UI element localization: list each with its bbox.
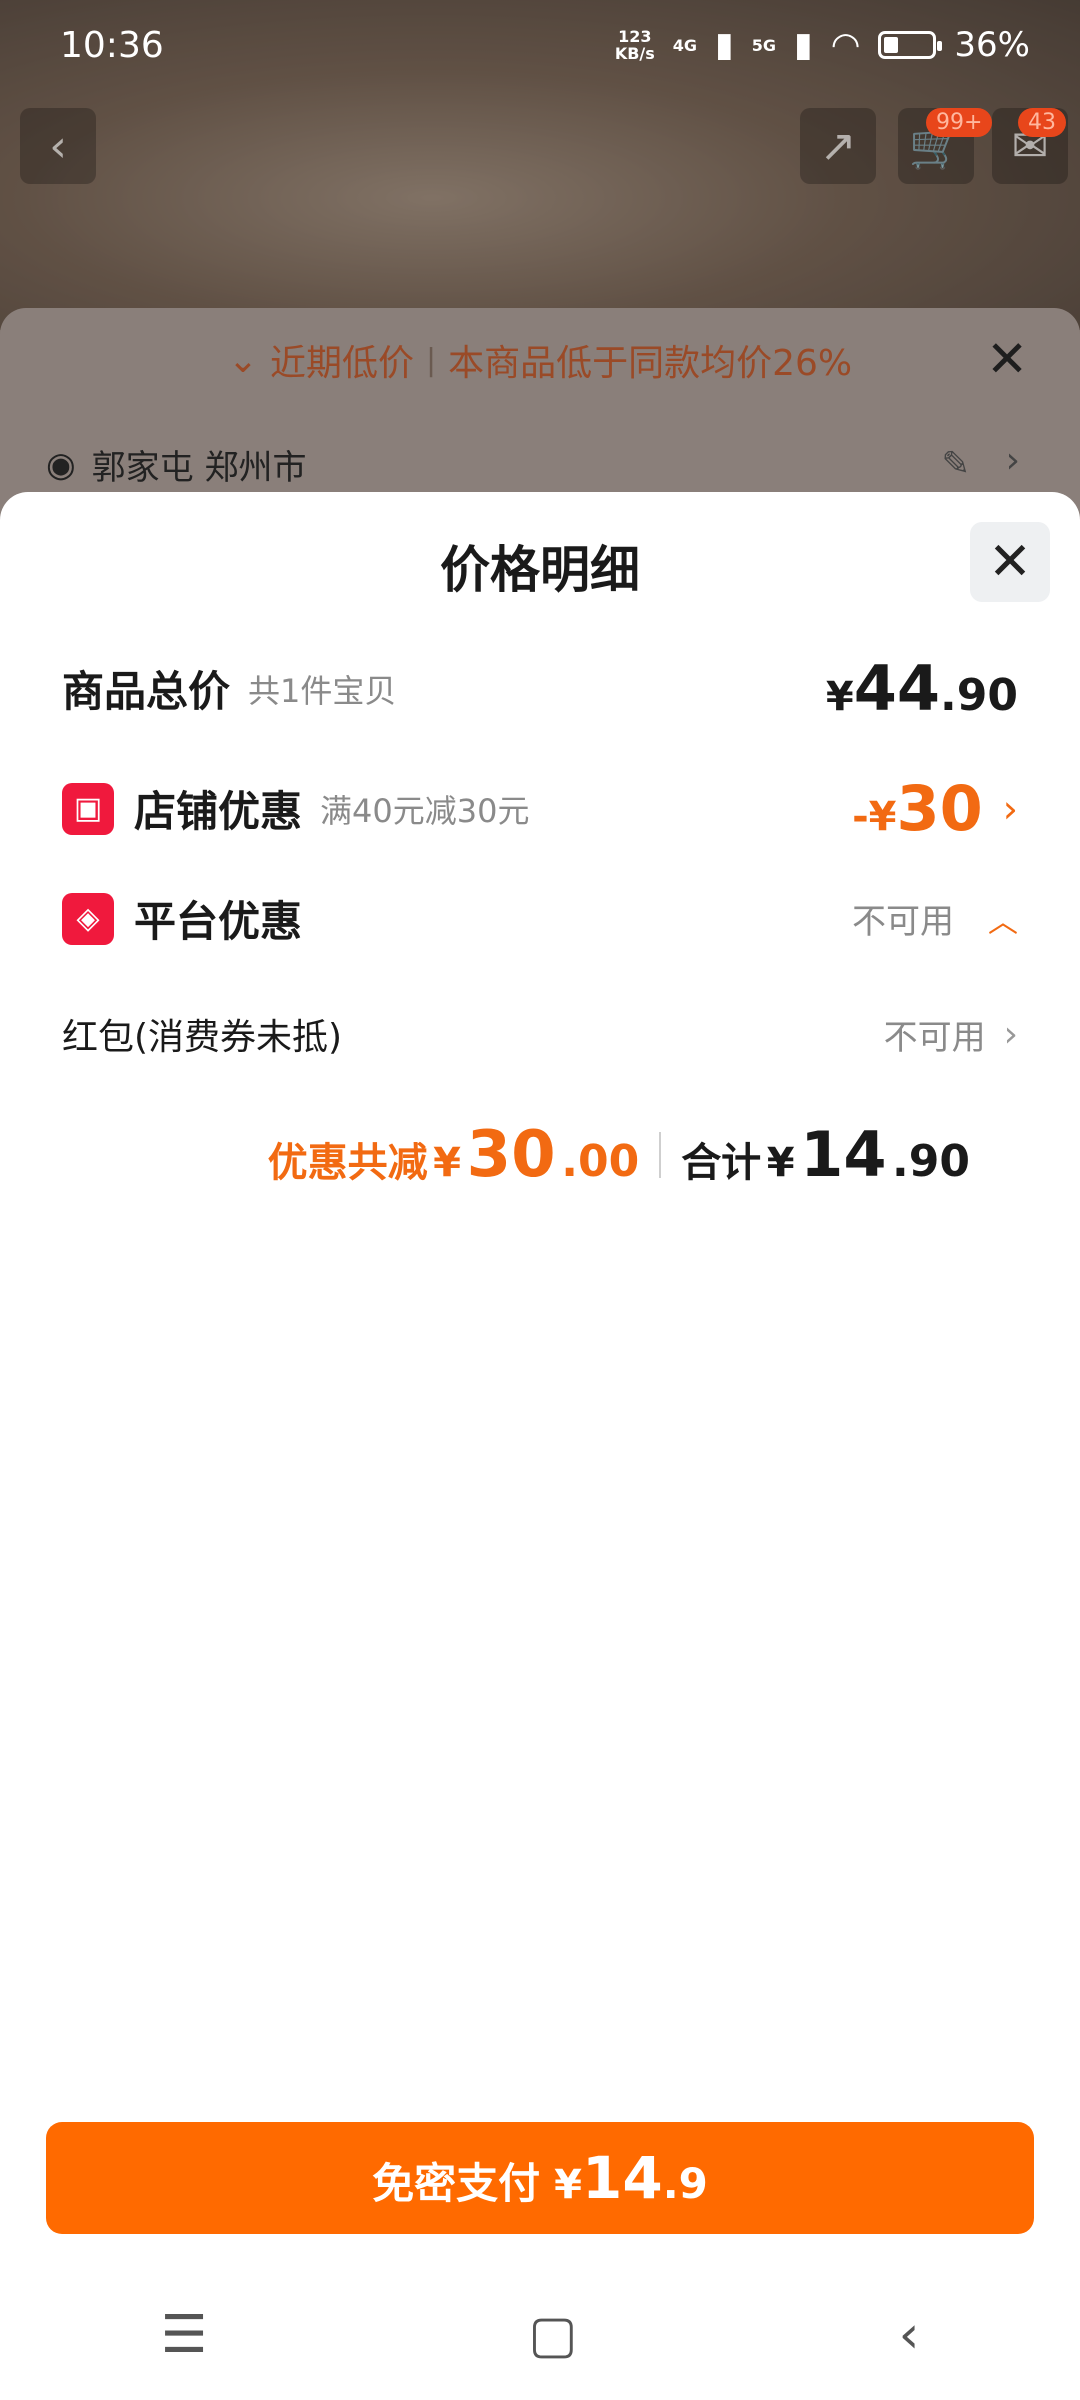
low-price-tag: 近期低价	[270, 343, 415, 384]
platform-discount-label: 平台优惠	[134, 897, 303, 946]
signal-bars-icon: ▮	[715, 25, 734, 65]
discount-total-int: 30	[466, 1118, 556, 1192]
address-text: 郭家屯 郑州市	[91, 448, 307, 488]
divider	[659, 1132, 662, 1178]
low-price-text: 本商品低于同款均价26%	[448, 343, 853, 384]
back-button[interactable]: ‹	[20, 108, 96, 184]
pay-button-label: 免密支付	[372, 2159, 541, 2208]
share-button[interactable]: ↗	[800, 108, 876, 184]
home-icon[interactable]: ▢	[528, 2305, 577, 2365]
status-bar: 10:36 123 KB/s 4G ▮ 5G ▮ ◠ 36%	[0, 0, 1080, 90]
discount-total-yen: ¥	[433, 1140, 462, 1186]
chevron-right-icon[interactable]: ›	[1006, 440, 1020, 481]
grand-total-int: 14	[800, 1118, 887, 1191]
status-indicators: 123 KB/s 4G ▮ 5G ▮ ◠ 36%	[615, 25, 1030, 65]
red-packet-label: 红包(消费券未抵)	[62, 1017, 343, 1058]
network-speed-value: 123	[618, 27, 652, 46]
grand-total-label: 合计	[681, 1140, 762, 1186]
wifi-icon: ◠	[830, 25, 861, 65]
chevron-right-icon: ›	[1003, 1013, 1018, 1055]
total-price-row: 商品总价 共1件宝贝 ¥ 44 .90	[62, 652, 1018, 725]
battery-percent: 36%	[954, 25, 1030, 65]
location-pin-icon: ◉	[46, 444, 76, 485]
message-badge: 43	[1018, 108, 1066, 137]
address-row[interactable]: ◉ 郭家屯 郑州市	[46, 440, 306, 489]
shop-icon: ▣	[62, 782, 114, 835]
system-nav-bar: ☰ ▢ ‹	[0, 2290, 1080, 2380]
grand-total-dec: .90	[892, 1136, 970, 1187]
pay-button[interactable]: 免密支付 ¥ 14 .9	[46, 2122, 1034, 2234]
tag-icon: ◈	[62, 892, 114, 945]
close-button[interactable]: ✕	[970, 522, 1050, 602]
back-icon[interactable]: ‹	[899, 2305, 920, 2365]
grand-total: 合计 ¥ 14 .90	[681, 1118, 970, 1191]
shop-discount-rule: 满40元减30元	[320, 791, 530, 830]
platform-discount-status: 不可用	[852, 902, 954, 942]
signal-4g-icon: 4G	[672, 35, 698, 55]
discount-total-label: 优惠共减	[267, 1140, 428, 1186]
price-summary: 优惠共减 ¥ 30 .00 合计 ¥ 14 .90	[268, 1118, 970, 1192]
status-time: 10:36	[60, 24, 164, 66]
pay-button-dec: .9	[662, 2159, 708, 2208]
shop-discount-label: 店铺优惠	[134, 787, 303, 836]
total-int: 44	[853, 652, 941, 725]
close-icon: ✕	[988, 532, 1032, 592]
item-count: 共1件宝贝	[248, 671, 397, 710]
battery-icon	[878, 31, 943, 59]
network-speed: 123 KB/s	[615, 28, 655, 62]
red-packet-status: 不可用	[883, 1017, 986, 1058]
edit-icon[interactable]: ✎	[942, 444, 971, 484]
pay-button-yen: ¥	[554, 2162, 582, 2208]
signal-bars-icon-2: ▮	[794, 25, 813, 65]
discount-total-dec: .00	[561, 1136, 640, 1187]
total-dec: .90	[940, 670, 1018, 721]
minus-sign: -	[852, 794, 869, 840]
cart-badge: 99+	[926, 108, 993, 137]
total-yen: ¥	[825, 674, 854, 720]
red-packet-row[interactable]: 红包(消费券未抵) 不可用 ›	[62, 1008, 1018, 1060]
network-speed-unit: KB/s	[614, 44, 655, 63]
shop-discount-int: 30	[896, 772, 983, 845]
chevron-right-icon: ›	[1002, 786, 1018, 831]
sheet-title: 价格明细	[440, 541, 640, 599]
menu-icon[interactable]: ☰	[161, 2305, 208, 2365]
pay-button-int: 14	[581, 2144, 663, 2212]
grand-total-yen: ¥	[766, 1140, 795, 1186]
order-sheet-close-icon[interactable]: ✕	[986, 330, 1028, 388]
platform-discount-row[interactable]: ◈ 平台优惠 不可用 ︿	[62, 888, 1018, 949]
shop-discount-yen: ¥	[868, 794, 897, 840]
low-price-banner: ⌄ 近期低价 | 本商品低于同款均价26%	[0, 330, 1080, 390]
shop-discount-amount: - ¥ 30	[852, 772, 983, 845]
trend-down-icon: ⌄	[227, 339, 258, 381]
discount-total: 优惠共减 ¥ 30 .00	[268, 1118, 640, 1192]
divider: |	[426, 342, 437, 378]
chevron-up-icon: ︿	[988, 904, 1018, 940]
shop-discount-row[interactable]: ▣ 店铺优惠 满40元减30元 - ¥ 30 ›	[62, 772, 1018, 845]
total-price: ¥ 44 .90	[826, 652, 1018, 725]
signal-5g-icon: 5G	[751, 35, 777, 55]
total-label: 商品总价	[62, 667, 231, 716]
